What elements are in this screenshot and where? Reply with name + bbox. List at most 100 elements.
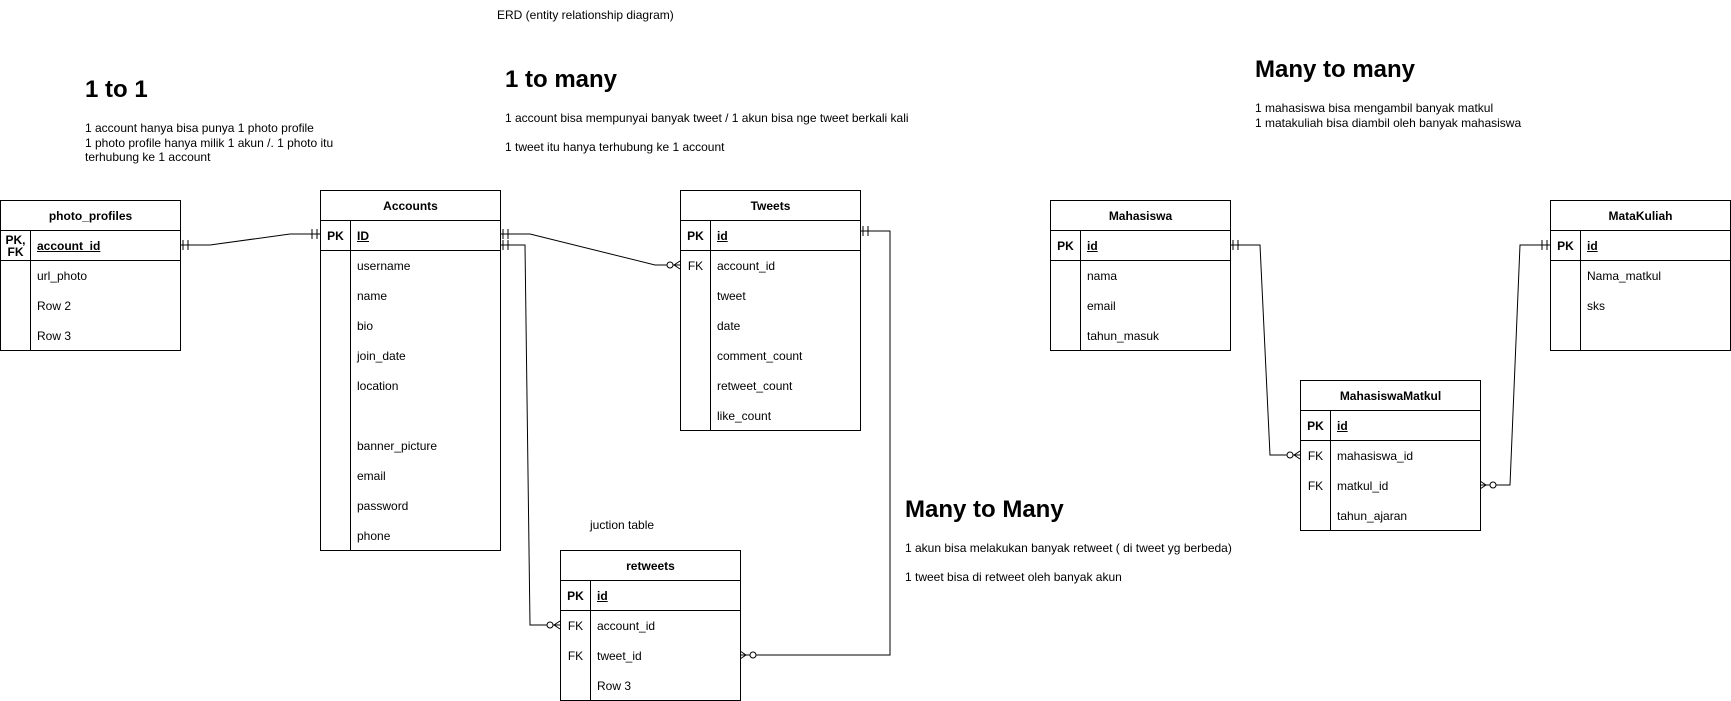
field-name: email <box>357 469 386 483</box>
field-row[interactable]: name <box>321 281 500 311</box>
entity-mahasiswa[interactable]: Mahasiswa PK id nama email tahun_masuk <box>1050 200 1231 351</box>
pk-row[interactable]: PK, FK account_id <box>1 231 180 261</box>
pk-row[interactable]: PK id <box>681 221 860 251</box>
field-name: id <box>1087 238 1098 253</box>
pk-row[interactable]: PK id <box>1551 231 1730 261</box>
field-name: location <box>357 379 399 393</box>
field-row[interactable]: username <box>321 251 500 281</box>
entity-tweets[interactable]: Tweets PK id FK account_id tweet date com… <box>680 190 861 431</box>
key-marker <box>321 461 351 491</box>
key-marker: FK <box>1301 471 1331 501</box>
field-name: nama <box>1087 269 1118 283</box>
field-name: sks <box>1587 299 1605 313</box>
field-row[interactable]: nama <box>1051 261 1230 291</box>
relation-matakuliah-mahasiswamatkul <box>1479 240 1550 490</box>
entity-matakuliah[interactable]: MataKuliah PK id Nama_matkul sks <box>1550 200 1731 351</box>
key-marker: FK <box>561 641 591 671</box>
field-name: banner_picture <box>357 439 438 453</box>
key-marker <box>681 281 711 311</box>
field-row[interactable]: FK account_id <box>681 251 860 281</box>
key-marker <box>1301 501 1331 531</box>
key-marker <box>1551 261 1581 291</box>
field-row[interactable]: Row 2 <box>1 291 180 321</box>
entity-retweets[interactable]: retweets PK id FK account_id FK tweet_id R… <box>560 550 741 701</box>
field-name: date <box>717 319 741 333</box>
field-row[interactable]: tahun_ajaran <box>1301 501 1480 531</box>
field-name: Nama_matkul <box>1587 269 1662 283</box>
entity-title: Mahasiswa <box>1051 201 1230 231</box>
field-row[interactable] <box>321 401 500 431</box>
field-row[interactable]: tahun_masuk <box>1051 321 1230 351</box>
field-name: name <box>357 289 388 303</box>
key-marker <box>321 431 351 461</box>
field-name: account_id <box>597 619 656 633</box>
field-row[interactable]: password <box>321 491 500 521</box>
field-name: tweet_id <box>597 649 642 663</box>
entity-accounts[interactable]: Accounts PK ID username name bio join_da… <box>320 190 501 551</box>
entity-title: Tweets <box>681 191 860 221</box>
field-row[interactable]: FK tweet_id <box>561 641 740 671</box>
entity-title: Accounts <box>321 191 500 221</box>
key-marker <box>1051 261 1081 291</box>
pk-row[interactable]: PK id <box>1301 411 1480 441</box>
field-name: account_id <box>37 238 101 253</box>
field-row[interactable]: Row 3 <box>1 321 180 351</box>
field-row[interactable]: join_date <box>321 341 500 371</box>
field-row[interactable]: banner_picture <box>321 431 500 461</box>
key-marker <box>681 371 711 401</box>
key-marker: PK, FK <box>1 231 31 260</box>
field-row[interactable]: FK account_id <box>561 611 740 641</box>
field-name: username <box>357 259 411 273</box>
relation-mahasiswa-mahasiswamatkul <box>1230 240 1301 460</box>
pk-row[interactable]: PK id <box>1051 231 1230 261</box>
pk-row[interactable]: PK ID <box>321 221 500 251</box>
field-row[interactable]: email <box>321 461 500 491</box>
field-row[interactable]: date <box>681 311 860 341</box>
entity-title: MataKuliah <box>1551 201 1730 231</box>
key-marker <box>1 321 31 351</box>
field-row[interactable]: Row 3 <box>561 671 740 701</box>
key-marker <box>321 401 351 431</box>
key-marker <box>321 491 351 521</box>
field-name: tahun_masuk <box>1087 329 1160 343</box>
field-name: comment_count <box>717 349 803 363</box>
key-marker: PK <box>1301 411 1331 440</box>
entity-title: photo_profiles <box>1 201 180 231</box>
field-name: id <box>1587 238 1598 253</box>
pk-row[interactable]: PK id <box>561 581 740 611</box>
field-name: join_date <box>357 349 406 363</box>
entity-title: retweets <box>561 551 740 581</box>
key-marker <box>321 371 351 401</box>
field-name: tweet <box>717 289 746 303</box>
field-name: mahasiswa_id <box>1337 449 1414 463</box>
key-marker <box>681 311 711 341</box>
field-row[interactable]: Nama_matkul <box>1551 261 1730 291</box>
field-name: email <box>1087 299 1116 313</box>
field-row[interactable]: like_count <box>681 401 860 431</box>
field-row[interactable]: email <box>1051 291 1230 321</box>
field-row[interactable]: bio <box>321 311 500 341</box>
field-name: like_count <box>717 409 772 423</box>
field-row[interactable]: sks <box>1551 291 1730 321</box>
key-column-divider <box>1580 291 1581 350</box>
key-marker: FK <box>561 611 591 641</box>
key-marker <box>1 261 31 291</box>
field-row[interactable]: phone <box>321 521 500 551</box>
key-marker <box>1 291 31 321</box>
field-row[interactable]: location <box>321 371 500 401</box>
field-row[interactable]: FK mahasiswa_id <box>1301 441 1480 471</box>
field-row[interactable]: FK matkul_id <box>1301 471 1480 501</box>
entity-photo-profiles[interactable]: photo_profiles PK, FK account_id url_pho… <box>0 200 181 351</box>
field-row[interactable]: comment_count <box>681 341 860 371</box>
key-marker <box>321 281 351 311</box>
field-row[interactable]: url_photo <box>1 261 180 291</box>
relation-accounts-retweets <box>500 240 561 630</box>
field-row[interactable]: tweet <box>681 281 860 311</box>
relation-photo-profiles-accounts <box>180 229 320 250</box>
key-marker: PK <box>561 581 591 610</box>
field-name: id <box>717 228 728 243</box>
key-marker <box>321 521 351 551</box>
field-name: ID <box>357 228 369 243</box>
field-row[interactable]: retweet_count <box>681 371 860 401</box>
entity-mahasiswamatkul[interactable]: MahasiswaMatkul PK id FK mahasiswa_id FK m… <box>1300 380 1481 531</box>
